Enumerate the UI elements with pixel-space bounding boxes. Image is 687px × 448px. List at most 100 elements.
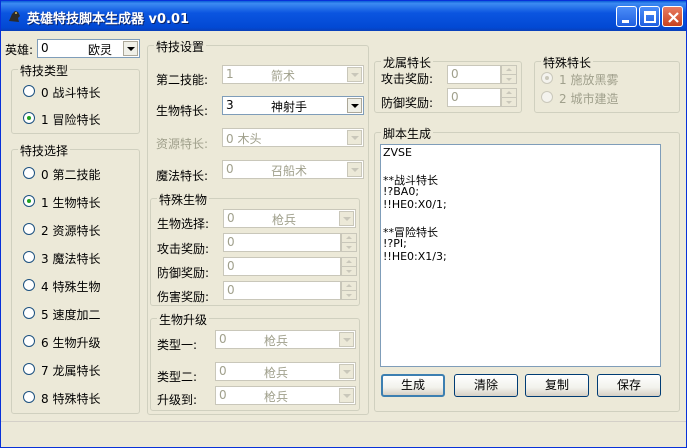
specialty-select-title: 特技选择 [18, 142, 71, 159]
chevron-down-icon[interactable] [347, 98, 362, 113]
chevron-down-icon[interactable] [123, 41, 138, 56]
spin-up-icon[interactable] [346, 284, 352, 287]
creature-attack-spinner[interactable] [341, 233, 357, 252]
spin-up-icon[interactable] [506, 91, 512, 94]
script-line: !!HE0:X1/3; [383, 250, 447, 263]
creature-defense-spinner[interactable] [341, 257, 357, 276]
creature-damage-label: 伤害奖励: [157, 290, 210, 304]
upgrade-type2-label: 类型二: [157, 370, 198, 384]
spin-down-icon[interactable] [506, 101, 512, 104]
creature-choice-select[interactable]: 0 枪兵 [223, 209, 356, 228]
radio-specialty-3[interactable]: 3 魔法特长 [23, 249, 133, 266]
radio-label: 6 生物升级 [41, 336, 101, 350]
dragon-defense-spinner[interactable] [501, 88, 517, 107]
upgrade-to-select[interactable]: 0 枪兵 [215, 386, 356, 405]
spin-up-icon[interactable] [506, 68, 512, 71]
status-bar [1, 421, 686, 447]
app-icon [9, 11, 20, 22]
close-button[interactable] [662, 6, 683, 27]
radio-specialty-5[interactable]: 5 速度加二 [23, 305, 133, 322]
radio-specialty-4[interactable]: 4 特殊生物 [23, 277, 133, 294]
radio-icon [23, 195, 35, 207]
select-value-num: 1 [226, 67, 234, 81]
save-button[interactable]: 保存 [597, 374, 661, 397]
radio-specialty-type-1[interactable]: 1 冒险特长 [23, 110, 133, 127]
select-value-num: 0 [226, 162, 234, 176]
radio-specialty-8[interactable]: 8 特殊特长 [23, 389, 133, 406]
creature-specialty-label: 生物特长: [156, 104, 209, 118]
chevron-down-icon[interactable] [347, 162, 362, 177]
chevron-down-icon[interactable] [339, 388, 354, 403]
radio-specialty-7[interactable]: 7 龙属特长 [23, 361, 133, 378]
maximize-icon [644, 11, 656, 23]
clear-button[interactable]: 清除 [454, 374, 518, 397]
radio-label: 1 施放黑雾 [559, 73, 619, 87]
maximize-button[interactable] [639, 6, 660, 27]
specialty-settings-group: 特技设置 第二技能: 1 箭术 生物特长: 3 神射手 资源特长: 0 木头 魔… [147, 38, 369, 415]
chevron-down-icon[interactable] [339, 364, 354, 379]
creature-attack-field[interactable]: 0 [223, 233, 341, 252]
generate-button[interactable]: 生成 [381, 374, 445, 397]
radio-icon [23, 167, 35, 179]
creature-choice-label: 生物选择: [157, 217, 210, 231]
creature-damage-spinner[interactable] [341, 281, 357, 300]
script-gen-title: 脚本生成 [381, 125, 434, 142]
creature-specialty-select[interactable]: 3 神射手 [222, 96, 364, 115]
special-creature-title: 特殊生物 [157, 191, 210, 208]
script-output-textarea[interactable]: ZVSE **战斗特长 !?BA0; !!HE0:X0/1; **冒险特长 !?… [380, 144, 661, 367]
chevron-down-icon[interactable] [339, 332, 354, 347]
spin-up-icon[interactable] [346, 236, 352, 239]
spin-down-icon[interactable] [346, 270, 352, 273]
field-value: 0 [227, 259, 235, 273]
select-value-name: 枪兵 [264, 366, 289, 380]
radio-specialty-1[interactable]: 1 生物特长 [23, 193, 133, 210]
hero-select[interactable]: 0 欧灵 [37, 39, 140, 58]
dragon-attack-field[interactable]: 0 [447, 65, 501, 84]
radio-icon [23, 251, 35, 263]
radio-special-specialty-2[interactable]: 2 城市建造 [541, 89, 671, 106]
select-value-num: 3 [226, 98, 234, 112]
spin-up-icon[interactable] [346, 260, 352, 263]
spin-down-icon[interactable] [346, 294, 352, 297]
spin-down-icon[interactable] [506, 78, 512, 81]
radio-special-specialty-1[interactable]: 1 施放黑雾 [541, 70, 671, 87]
radio-specialty-2[interactable]: 2 资源特长 [23, 221, 133, 238]
field-value: 0 [227, 283, 235, 297]
special-creature-group: 特殊生物 生物选择: 0 枪兵 攻击奖励: 0 防御奖励: 0 伤害奖励: 0 [150, 191, 360, 306]
field-value: 0 [451, 90, 459, 104]
dragon-attack-label: 攻击奖励: [381, 72, 434, 86]
dragon-defense-field[interactable]: 0 [447, 88, 501, 107]
script-line: **战斗特长 [383, 174, 438, 187]
radio-specialty-type-0[interactable]: 0 战斗特长 [23, 83, 133, 100]
creature-defense-field[interactable]: 0 [223, 257, 341, 276]
creature-defense-label: 防御奖励: [157, 266, 210, 280]
dragon-attack-spinner[interactable] [501, 65, 517, 84]
secondary-skill-select[interactable]: 1 箭术 [222, 65, 364, 84]
dragon-defense-label: 防御奖励: [381, 96, 434, 110]
resource-specialty-select[interactable]: 0 木头 [222, 128, 364, 147]
script-line [383, 211, 658, 224]
radio-specialty-0[interactable]: 0 第二技能 [23, 165, 133, 182]
radio-icon [23, 335, 35, 347]
magic-specialty-select[interactable]: 0 召船术 [222, 160, 364, 179]
select-value-name: 箭术 [271, 69, 296, 83]
select-value-num: 0 [227, 211, 235, 225]
copy-button[interactable]: 复制 [525, 374, 589, 397]
upgrade-type2-select[interactable]: 0 枪兵 [215, 362, 356, 381]
specialty-select-group: 特技选择 0 第二技能 1 生物特长 2 资源特长 3 魔法特长 4 特殊生物 … [11, 142, 140, 414]
creature-damage-field[interactable]: 0 [223, 281, 341, 300]
chevron-down-icon[interactable] [347, 67, 362, 82]
radio-specialty-6[interactable]: 6 生物升级 [23, 333, 133, 350]
radio-label: 0 第二技能 [41, 168, 101, 182]
script-line: !!HE0:X0/1; [383, 198, 447, 211]
chevron-down-icon[interactable] [339, 211, 354, 226]
title-bar[interactable]: 英雄特技脚本生成器 v0.01 [1, 1, 686, 31]
upgrade-type1-select[interactable]: 0 枪兵 [215, 330, 356, 349]
main-window: 英雄特技脚本生成器 v0.01 英雄: 0 欧灵 特技类型 0 战斗特长 1 冒… [0, 0, 687, 448]
chevron-down-icon[interactable] [347, 130, 362, 145]
minimize-button[interactable] [616, 6, 637, 27]
radio-icon [23, 112, 35, 124]
special-specialty-title: 特殊特长 [541, 54, 594, 71]
field-value: 0 [227, 235, 235, 249]
spin-down-icon[interactable] [346, 246, 352, 249]
